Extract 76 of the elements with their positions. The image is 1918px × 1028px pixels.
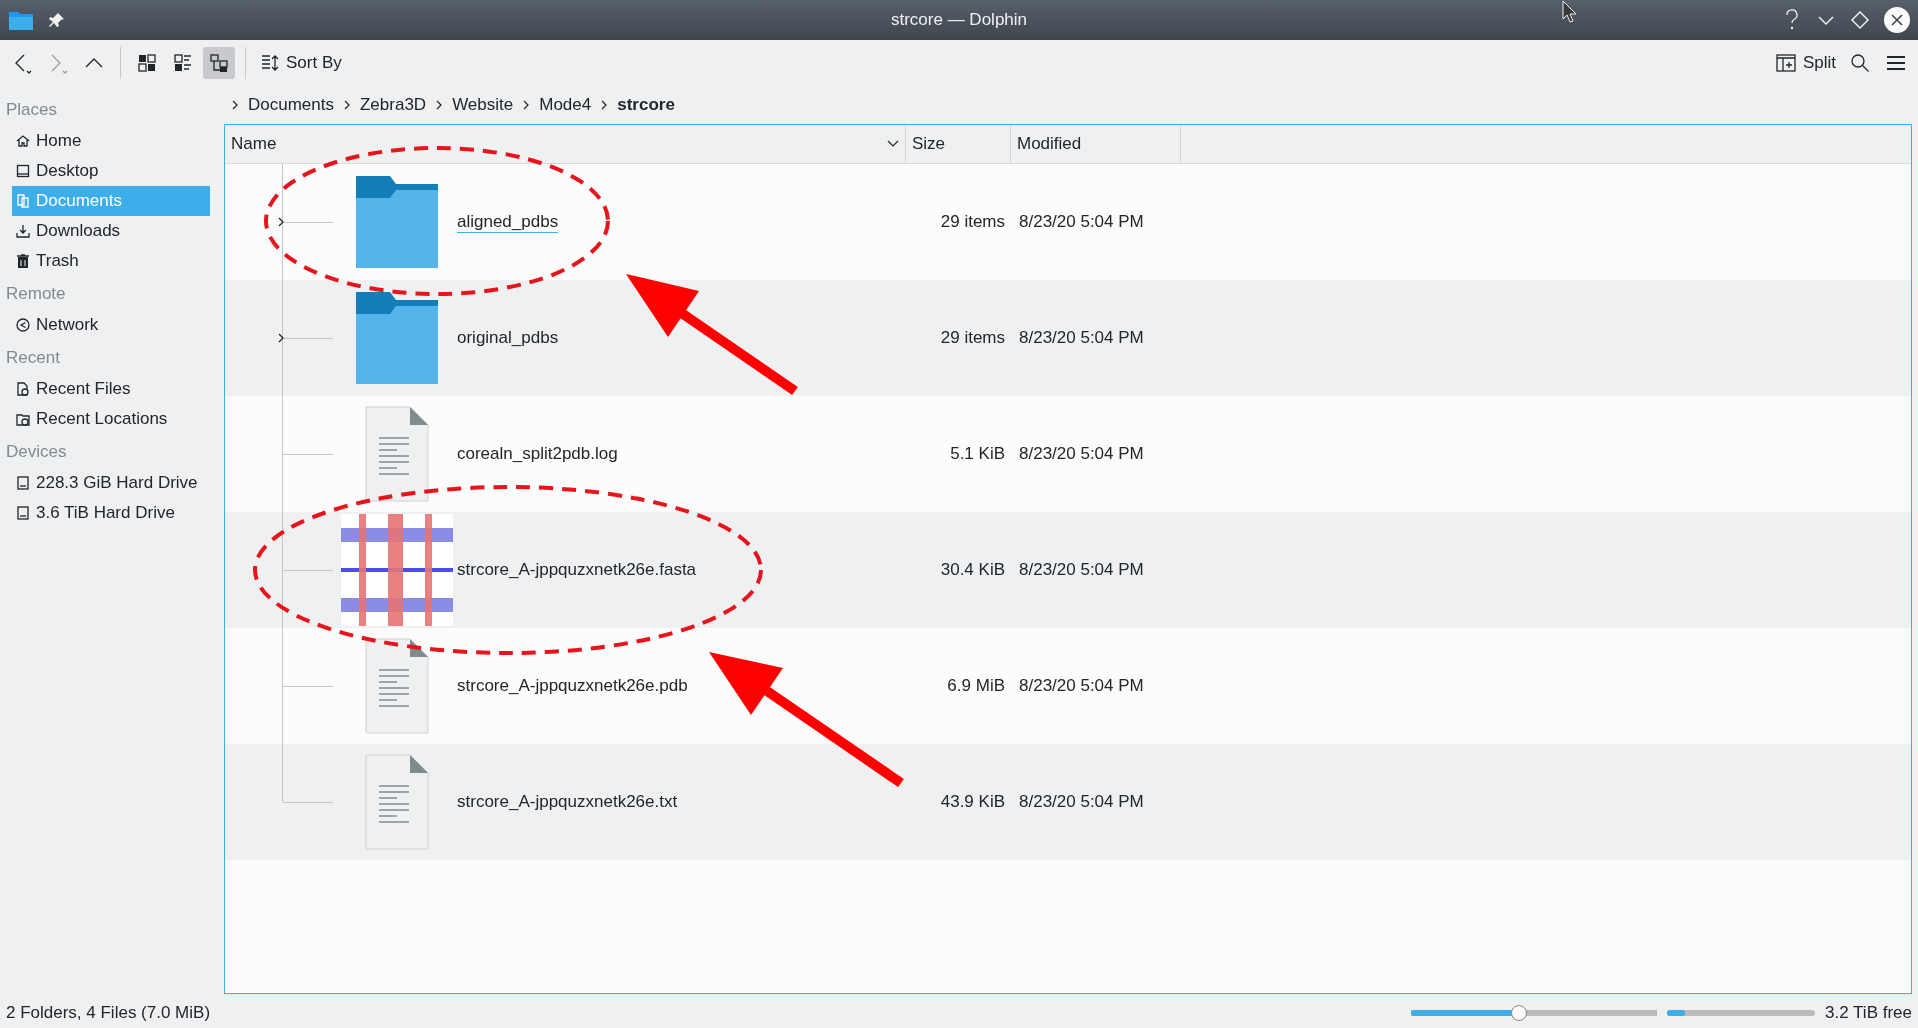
recent-folder-icon [16,412,30,426]
chevron-right-icon [342,99,352,111]
sidebar-item[interactable]: Trash [12,246,210,276]
expand-icon[interactable] [277,332,285,344]
maximize-icon[interactable] [1850,10,1870,30]
split-button[interactable]: Split [1770,47,1840,79]
grid-view-icon [137,53,157,73]
free-space-label: 3.2 TiB free [1825,1003,1912,1023]
sidebar-item[interactable]: Home [12,126,210,156]
section-heading: Places [5,99,59,121]
file-name[interactable]: strcore_A-jppquzxnetk26e.txt [457,792,678,812]
network-icon [16,318,30,332]
text-file-icon [365,754,429,850]
modified-cell-text: 8/23/20 5:04 PM [1018,676,1144,696]
text-file-icon [365,638,429,734]
section-heading: Recent [5,347,61,369]
modified-cell-text: 8/23/20 5:04 PM [1018,792,1144,812]
monitor-icon [16,164,30,178]
download-icon [16,224,30,238]
size-cell-text: 29 items [939,212,1006,232]
hard-drive-icon [16,506,30,520]
size-cell-text: 5.1 KiB [949,444,1006,464]
sidebar-item[interactable]: Desktop [12,156,210,186]
trash-icon [16,254,30,268]
column-header[interactable]: Name [225,125,906,163]
sidebar-item[interactable]: Downloads [12,216,210,246]
sidebar-item[interactable]: 228.3 GiB Hard Drive [12,468,210,498]
section-heading: Remote [5,283,67,305]
file-name[interactable]: aligned_pdbs [457,211,559,233]
mouse-cursor-icon [1562,0,1577,23]
sidebar-item[interactable]: Recent Files [12,374,210,404]
documents-icon [16,194,30,208]
modified-cell-text: 8/23/20 5:04 PM [1018,444,1144,464]
slider-thumb[interactable] [1511,1005,1528,1021]
recent-file-icon [16,382,30,396]
breadcrumb-item[interactable]: Zebra3D [360,95,427,115]
size-cell-text: 30.4 KiB [939,560,1006,580]
hard-drive-icon [16,476,30,490]
folder-icon [355,290,439,386]
breadcrumb-item[interactable]: Website [452,95,514,115]
size-cell-text: 29 items [939,328,1006,348]
window-title: strcore — Dolphin [890,10,1028,30]
sort-icon [260,53,280,73]
chevron-right-icon [230,99,240,111]
column-header[interactable]: Size [906,125,1011,163]
pin-icon[interactable] [48,11,66,29]
file-name[interactable]: corealn_split2pdb.log [457,444,618,464]
sidebar-item[interactable]: Network [12,310,210,340]
sidebar-item[interactable]: 3.6 TiB Hard Drive [12,498,210,528]
breadcrumb-item[interactable]: Mode4 [539,95,592,115]
size-cell-text: 6.9 MiB [946,676,1006,696]
size-cell-text: 43.9 KiB [939,792,1006,812]
view-mode-button[interactable] [203,47,235,79]
home-icon [16,134,30,148]
section-heading: Devices [5,441,68,463]
expand-icon[interactable] [277,216,285,228]
close-icon[interactable] [1884,7,1910,33]
modified-cell-text: 8/23/20 5:04 PM [1018,328,1144,348]
modified-cell-text: 8/23/20 5:04 PM [1018,560,1144,580]
file-name[interactable]: strcore_A-jppquzxnetk26e.pdb [457,676,688,696]
column-header[interactable]: Modified [1011,125,1181,163]
breadcrumb-item[interactable]: strcore [617,95,675,115]
file-name[interactable]: strcore_A-jppquzxnetk26e.fasta [457,560,697,580]
folder-icon [355,174,439,270]
text-file-icon [365,406,429,502]
file-name[interactable]: original_pdbs [457,328,559,348]
tree-view-icon [209,53,229,73]
breadcrumb-item[interactable]: Documents [248,95,334,115]
compact-view-icon [173,53,193,73]
sidebar-item[interactable]: Recent Locations [12,404,210,434]
folder-app-icon [8,9,34,31]
split-view-icon [1774,53,1797,73]
search-icon [1849,52,1871,74]
status-text: 2 Folders, 4 Files (7.0 MiB) [6,1003,212,1023]
sort-by-button[interactable]: Sort By [256,47,346,79]
modified-cell-text: 8/23/20 5:04 PM [1018,212,1144,232]
